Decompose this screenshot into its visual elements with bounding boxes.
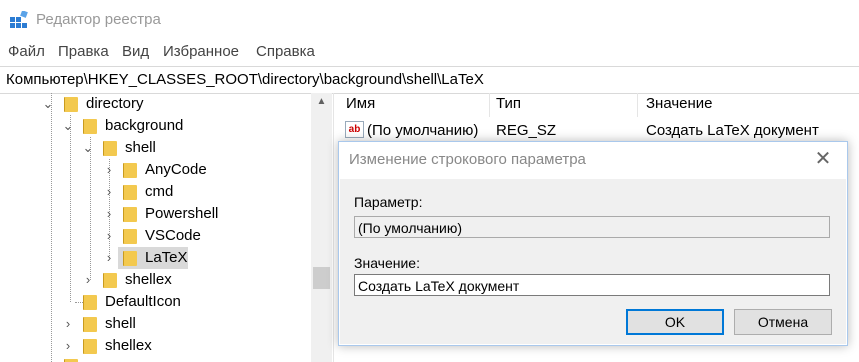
tree-item-latex[interactable]: › LaTeX bbox=[0, 247, 311, 269]
tree-item-shell[interactable]: ⌄ shell bbox=[0, 137, 311, 159]
column-header-value[interactable]: Значение bbox=[646, 95, 713, 112]
tree-item-label: shell bbox=[105, 315, 136, 332]
address-bar[interactable]: Компьютер\HKEY_CLASSES_ROOT\directory\ba… bbox=[0, 66, 859, 94]
tree-item-defaulticon[interactable]: DefaultIcon bbox=[0, 291, 311, 313]
folder-icon bbox=[123, 185, 137, 200]
tree-item-label: shellex bbox=[105, 337, 152, 354]
close-icon[interactable]: ✕ bbox=[811, 147, 835, 171]
folder-icon bbox=[83, 119, 97, 134]
folder-icon bbox=[123, 207, 137, 222]
value-type: REG_SZ bbox=[496, 122, 557, 139]
tree-scrollbar[interactable]: ▲ bbox=[311, 93, 332, 362]
ok-button[interactable]: OK bbox=[626, 309, 724, 335]
folder-icon bbox=[123, 229, 137, 244]
folder-icon bbox=[123, 251, 137, 266]
tree-item-shellex[interactable]: › shellex bbox=[0, 269, 311, 291]
window-title: Редактор реестра bbox=[36, 11, 161, 28]
folder-icon bbox=[83, 339, 97, 354]
tree-item-background[interactable]: ⌄ background bbox=[0, 115, 311, 137]
menu-file[interactable]: Файл bbox=[8, 43, 45, 60]
folder-icon bbox=[64, 97, 78, 112]
tree-item-label: background bbox=[105, 117, 184, 134]
chevron-right-icon[interactable]: › bbox=[82, 269, 94, 291]
tree-item-shellex-2[interactable]: › shellex bbox=[0, 335, 311, 357]
tree-item-label: Powershell bbox=[145, 205, 219, 222]
tree-item-vscode[interactable]: › VSCode bbox=[0, 225, 311, 247]
value-label: Значение: bbox=[354, 255, 420, 271]
chevron-down-icon[interactable]: ⌄ bbox=[62, 115, 74, 137]
value-name: (По умолчанию) bbox=[367, 122, 479, 139]
tree-item-label: shell bbox=[125, 139, 156, 156]
tree-item-anycode[interactable]: › AnyCode bbox=[0, 159, 311, 181]
edit-string-dialog: Изменение строкового параметра ✕ Парамет… bbox=[338, 141, 848, 346]
folder-icon bbox=[123, 163, 137, 178]
menu-view[interactable]: Вид bbox=[122, 43, 149, 60]
scrollbar-thumb[interactable] bbox=[313, 267, 330, 289]
column-header-name[interactable]: Имя bbox=[346, 95, 375, 112]
chevron-down-icon[interactable]: ⌄ bbox=[42, 93, 54, 115]
chevron-right-icon[interactable]: › bbox=[103, 181, 115, 203]
tree-item-label: AnyCode bbox=[145, 161, 207, 178]
string-value-icon: ab bbox=[345, 121, 364, 138]
tree-item-shell-2[interactable]: › shell bbox=[0, 313, 311, 335]
chevron-right-icon[interactable]: › bbox=[103, 203, 115, 225]
cancel-button[interactable]: Отмена bbox=[734, 309, 832, 335]
column-header-type[interactable]: Тип bbox=[496, 95, 521, 112]
title-bar: Редактор реестра bbox=[0, 0, 859, 40]
folder-icon bbox=[103, 141, 117, 156]
chevron-right-icon[interactable]: › bbox=[62, 313, 74, 335]
column-divider[interactable] bbox=[637, 93, 638, 117]
menu-edit[interactable]: Правка bbox=[58, 43, 109, 60]
tree-item-powershell[interactable]: › Powershell bbox=[0, 203, 311, 225]
scroll-up-arrow-icon[interactable]: ▲ bbox=[311, 93, 332, 111]
folder-icon bbox=[103, 273, 117, 288]
chevron-down-icon[interactable]: ⌄ bbox=[82, 137, 94, 159]
tree-item-label: VSCode bbox=[145, 227, 201, 244]
dialog-title: Изменение строкового параметра bbox=[349, 151, 586, 168]
value-data-input[interactable]: Создать LaTeX документ bbox=[354, 274, 830, 296]
regedit-icon bbox=[10, 11, 28, 28]
address-path[interactable]: Компьютер\HKEY_CLASSES_ROOT\directory\ba… bbox=[6, 71, 484, 88]
column-divider[interactable] bbox=[489, 93, 490, 117]
chevron-right-icon[interactable]: › bbox=[103, 247, 115, 269]
chevron-right-icon[interactable]: › bbox=[62, 335, 74, 357]
param-name-field: (По умолчанию) bbox=[354, 216, 830, 238]
chevron-right-icon[interactable]: › bbox=[103, 159, 115, 181]
value-data: Создать LaTeX документ bbox=[646, 122, 819, 139]
tree-item-label: LaTeX bbox=[145, 249, 188, 266]
menu-help[interactable]: Справка bbox=[256, 43, 315, 60]
tree-item-label: directory bbox=[86, 95, 144, 112]
chevron-right-icon[interactable]: › bbox=[103, 225, 115, 247]
menu-favorites[interactable]: Избранное bbox=[163, 43, 239, 60]
tree-item-label: cmd bbox=[145, 183, 174, 200]
registry-tree: ⌄ directory ⌄ background ⌄ shell › AnyCo… bbox=[0, 93, 334, 362]
param-label: Параметр: bbox=[354, 194, 423, 210]
tree-item-directory[interactable]: ⌄ directory bbox=[0, 93, 311, 115]
tree-item-label: DefaultIcon bbox=[105, 293, 181, 310]
dialog-body: Параметр: (По умолчанию) Значение: Созда… bbox=[340, 179, 846, 344]
folder-icon bbox=[83, 295, 97, 310]
tree-item-label: shellex bbox=[125, 271, 172, 288]
folder-icon bbox=[83, 317, 97, 332]
tree-item-cmd[interactable]: › cmd bbox=[0, 181, 311, 203]
menu-bar: Файл Правка Вид Избранное Справка bbox=[0, 40, 859, 64]
